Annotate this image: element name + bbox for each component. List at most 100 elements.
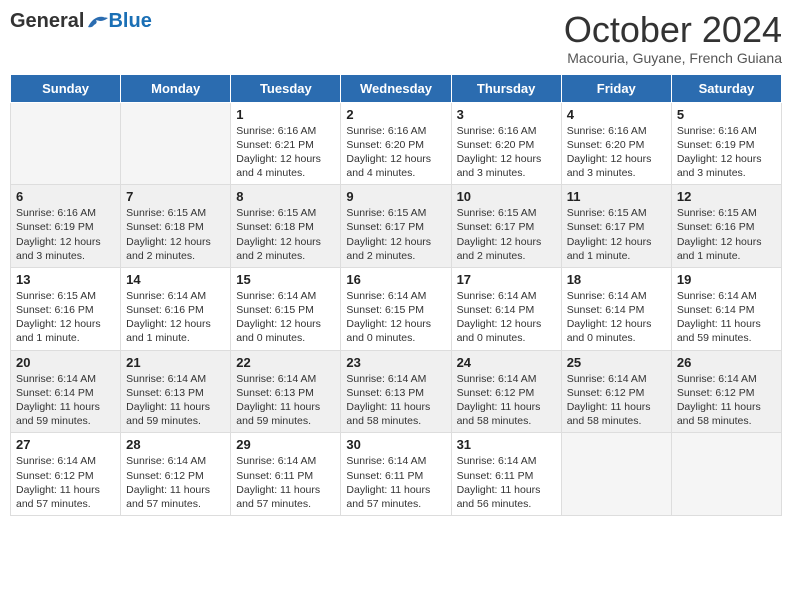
calendar-cell: 22Sunrise: 6:14 AM Sunset: 6:13 PM Dayli… [231, 350, 341, 433]
day-number: 19 [677, 272, 776, 287]
logo: General Blue [10, 10, 152, 33]
day-number: 6 [16, 189, 115, 204]
cell-info: Sunrise: 6:14 AM Sunset: 6:14 PM Dayligh… [677, 289, 776, 346]
cell-info: Sunrise: 6:16 AM Sunset: 6:20 PM Dayligh… [457, 124, 556, 181]
calendar-cell: 13Sunrise: 6:15 AM Sunset: 6:16 PM Dayli… [11, 267, 121, 350]
cell-info: Sunrise: 6:14 AM Sunset: 6:13 PM Dayligh… [346, 372, 445, 429]
cell-info: Sunrise: 6:14 AM Sunset: 6:12 PM Dayligh… [567, 372, 666, 429]
day-number: 25 [567, 355, 666, 370]
calendar-cell: 4 Sunrise: 6:16 AM Sunset: 6:20 PM Daylig… [561, 102, 671, 185]
calendar-cell: 1 Sunrise: 6:16 AM Sunset: 6:21 PM Daylig… [231, 102, 341, 185]
cell-info: Sunrise: 6:14 AM Sunset: 6:14 PM Dayligh… [16, 372, 115, 429]
day-number: 18 [567, 272, 666, 287]
calendar-cell: 27 Sunrise: 6:14 AM Sunset: 6:12 PM Dayli… [11, 433, 121, 516]
cell-info: Sunrise: 6:16 AM Sunset: 6:21 PM Dayligh… [236, 124, 335, 181]
calendar-cell: 5 Sunrise: 6:16 AM Sunset: 6:19 PM Daylig… [671, 102, 781, 185]
calendar-week-row: 20 Sunrise: 6:14 AM Sunset: 6:14 PM Dayli… [11, 350, 782, 433]
day-number: 14 [126, 272, 225, 287]
cell-info: Sunrise: 6:14 AM Sunset: 6:15 PM Dayligh… [346, 289, 445, 346]
cell-info: Sunrise: 6:15 AM Sunset: 6:18 PM Dayligh… [236, 206, 335, 263]
day-number: 7 [126, 189, 225, 204]
logo-bird-icon [86, 13, 108, 31]
cell-info: Sunrise: 6:14 AM Sunset: 6:12 PM Dayligh… [677, 372, 776, 429]
cell-info: Sunrise: 6:15 AM Sunset: 6:17 PM Dayligh… [457, 206, 556, 263]
calendar-cell [121, 102, 231, 185]
calendar-cell: 6 Sunrise: 6:16 AM Sunset: 6:19 PM Daylig… [11, 185, 121, 268]
calendar-cell: 10 Sunrise: 6:15 AM Sunset: 6:17 PM Dayli… [451, 185, 561, 268]
day-number: 31 [457, 437, 556, 452]
cell-info: Sunrise: 6:14 AM Sunset: 6:11 PM Dayligh… [236, 454, 335, 511]
day-number: 8 [236, 189, 335, 204]
logo-general-text: General [10, 10, 84, 33]
cell-info: Sunrise: 6:14 AM Sunset: 6:11 PM Dayligh… [457, 454, 556, 511]
day-number: 16 [346, 272, 445, 287]
calendar-cell [671, 433, 781, 516]
day-header-monday: Monday [121, 74, 231, 102]
day-number: 20 [16, 355, 115, 370]
cell-info: Sunrise: 6:16 AM Sunset: 6:19 PM Dayligh… [16, 206, 115, 263]
day-header-saturday: Saturday [671, 74, 781, 102]
calendar-cell: 21 Sunrise: 6:14 AM Sunset: 6:13 PM Dayli… [121, 350, 231, 433]
calendar-cell: 28 Sunrise: 6:14 AM Sunset: 6:12 PM Dayli… [121, 433, 231, 516]
cell-info: Sunrise: 6:15 AM Sunset: 6:16 PM Dayligh… [677, 206, 776, 263]
day-number: 2 [346, 107, 445, 122]
calendar-cell: 30Sunrise: 6:14 AM Sunset: 6:11 PM Dayli… [341, 433, 451, 516]
cell-info: Sunrise: 6:16 AM Sunset: 6:19 PM Dayligh… [677, 124, 776, 181]
cell-info: Sunrise: 6:14 AM Sunset: 6:11 PM Dayligh… [346, 454, 445, 511]
day-header-tuesday: Tuesday [231, 74, 341, 102]
calendar-cell: 23Sunrise: 6:14 AM Sunset: 6:13 PM Dayli… [341, 350, 451, 433]
day-header-friday: Friday [561, 74, 671, 102]
day-number: 24 [457, 355, 556, 370]
calendar-week-row: 27 Sunrise: 6:14 AM Sunset: 6:12 PM Dayli… [11, 433, 782, 516]
month-title: October 2024 [564, 10, 782, 50]
cell-info: Sunrise: 6:14 AM Sunset: 6:12 PM Dayligh… [457, 372, 556, 429]
calendar-cell: 26 Sunrise: 6:14 AM Sunset: 6:12 PM Dayli… [671, 350, 781, 433]
cell-info: Sunrise: 6:15 AM Sunset: 6:17 PM Dayligh… [567, 206, 666, 263]
day-header-thursday: Thursday [451, 74, 561, 102]
day-number: 9 [346, 189, 445, 204]
title-block: October 2024 Macouria, Guyane, French Gu… [564, 10, 782, 66]
calendar-cell [561, 433, 671, 516]
day-number: 3 [457, 107, 556, 122]
calendar-cell: 2 Sunrise: 6:16 AM Sunset: 6:20 PM Daylig… [341, 102, 451, 185]
location-subtitle: Macouria, Guyane, French Guiana [564, 50, 782, 66]
calendar-cell: 24 Sunrise: 6:14 AM Sunset: 6:12 PM Dayli… [451, 350, 561, 433]
day-number: 26 [677, 355, 776, 370]
calendar-cell: 20 Sunrise: 6:14 AM Sunset: 6:14 PM Dayli… [11, 350, 121, 433]
day-number: 17 [457, 272, 556, 287]
calendar-cell: 9 Sunrise: 6:15 AM Sunset: 6:17 PM Daylig… [341, 185, 451, 268]
day-number: 28 [126, 437, 225, 452]
day-number: 4 [567, 107, 666, 122]
cell-info: Sunrise: 6:14 AM Sunset: 6:16 PM Dayligh… [126, 289, 225, 346]
day-number: 1 [236, 107, 335, 122]
cell-info: Sunrise: 6:16 AM Sunset: 6:20 PM Dayligh… [567, 124, 666, 181]
calendar-cell [11, 102, 121, 185]
cell-info: Sunrise: 6:14 AM Sunset: 6:12 PM Dayligh… [16, 454, 115, 511]
cell-info: Sunrise: 6:14 AM Sunset: 6:13 PM Dayligh… [236, 372, 335, 429]
day-number: 15 [236, 272, 335, 287]
calendar-cell: 18Sunrise: 6:14 AM Sunset: 6:14 PM Dayli… [561, 267, 671, 350]
cell-info: Sunrise: 6:16 AM Sunset: 6:20 PM Dayligh… [346, 124, 445, 181]
calendar-table: SundayMondayTuesdayWednesdayThursdayFrid… [10, 74, 782, 516]
calendar-cell: 31 Sunrise: 6:14 AM Sunset: 6:11 PM Dayli… [451, 433, 561, 516]
day-number: 12 [677, 189, 776, 204]
day-number: 21 [126, 355, 225, 370]
calendar-cell: 7Sunrise: 6:15 AM Sunset: 6:18 PM Daylig… [121, 185, 231, 268]
calendar-cell: 11Sunrise: 6:15 AM Sunset: 6:17 PM Dayli… [561, 185, 671, 268]
calendar-cell: 14 Sunrise: 6:14 AM Sunset: 6:16 PM Dayli… [121, 267, 231, 350]
cell-info: Sunrise: 6:14 AM Sunset: 6:13 PM Dayligh… [126, 372, 225, 429]
calendar-header-row: SundayMondayTuesdayWednesdayThursdayFrid… [11, 74, 782, 102]
calendar-cell: 8 Sunrise: 6:15 AM Sunset: 6:18 PM Daylig… [231, 185, 341, 268]
day-number: 27 [16, 437, 115, 452]
calendar-cell: 12 Sunrise: 6:15 AM Sunset: 6:16 PM Dayli… [671, 185, 781, 268]
calendar-week-row: 6 Sunrise: 6:16 AM Sunset: 6:19 PM Daylig… [11, 185, 782, 268]
cell-info: Sunrise: 6:15 AM Sunset: 6:17 PM Dayligh… [346, 206, 445, 263]
logo-blue-text: Blue [108, 10, 151, 33]
day-number: 5 [677, 107, 776, 122]
cell-info: Sunrise: 6:14 AM Sunset: 6:15 PM Dayligh… [236, 289, 335, 346]
calendar-week-row: 1 Sunrise: 6:16 AM Sunset: 6:21 PM Daylig… [11, 102, 782, 185]
cell-info: Sunrise: 6:14 AM Sunset: 6:12 PM Dayligh… [126, 454, 225, 511]
day-number: 10 [457, 189, 556, 204]
day-header-wednesday: Wednesday [341, 74, 451, 102]
day-number: 29 [236, 437, 335, 452]
